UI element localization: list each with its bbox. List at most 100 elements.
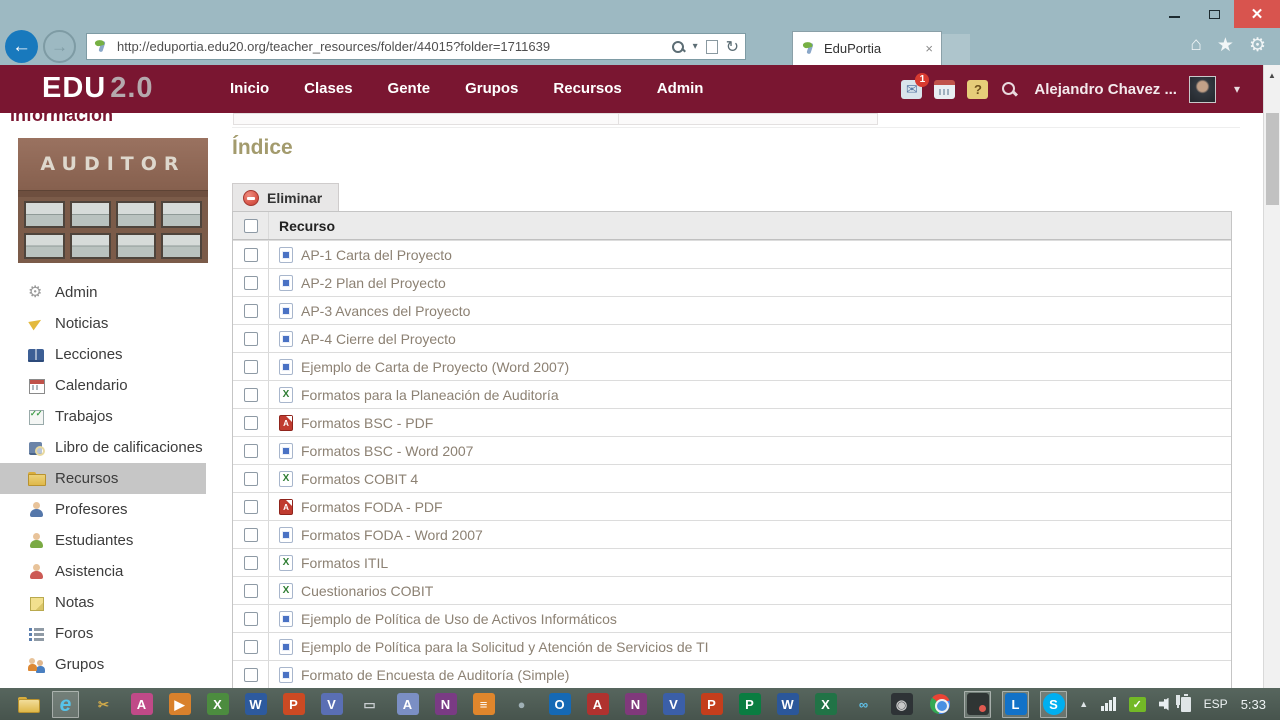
battery-icon[interactable] <box>1176 693 1191 712</box>
browser-scrollbar[interactable]: ▲ <box>1263 65 1280 688</box>
sidebar-item-estudiantes[interactable]: Estudiantes <box>0 525 206 556</box>
sidebar-item-grupos[interactable]: Grupos <box>0 649 206 680</box>
sidebar-item-trabajos[interactable]: Trabajos <box>0 401 206 432</box>
row-checkbox[interactable] <box>243 443 258 458</box>
row-checkbox[interactable] <box>243 667 258 682</box>
refresh-icon[interactable]: ↻ <box>726 37 739 57</box>
nav-link[interactable]: Gente <box>388 80 431 97</box>
sidebar-item-calendario[interactable]: Calendario <box>0 370 206 401</box>
nav-link[interactable]: Clases <box>304 80 352 97</box>
nav-link[interactable]: Admin <box>657 80 704 97</box>
word-2013-icon[interactable]: W <box>774 691 801 718</box>
resource-link[interactable]: Formatos FODA - Word 2007 <box>301 527 483 543</box>
nav-link[interactable]: Inicio <box>230 80 269 97</box>
sidebar-item-admin[interactable]: Admin <box>0 277 206 308</box>
sidebar-item-profesores[interactable]: Profesores <box>0 494 206 525</box>
setup-tool-icon[interactable]: ✂ <box>90 691 117 718</box>
row-checkbox[interactable] <box>243 611 258 626</box>
resource-link[interactable]: Formato de Encuesta de Auditoría (Simple… <box>301 667 569 683</box>
resource-link[interactable]: Ejemplo de Política para la Solicitud y … <box>301 639 709 655</box>
volume-icon[interactable] <box>1158 697 1169 711</box>
nav-item[interactable]: Grupos <box>465 80 518 98</box>
visio-2013-icon[interactable]: V <box>660 691 687 718</box>
nav-item[interactable]: Clases <box>304 80 352 98</box>
forward-button[interactable]: → <box>43 30 76 63</box>
resource-link[interactable]: AP-1 Carta del Proyecto <box>301 247 452 263</box>
clock[interactable]: 5:33 <box>1241 697 1266 712</box>
edu20-logo[interactable]: EDU 2.0 <box>42 72 154 105</box>
outlook-2013-icon[interactable]: O <box>546 691 573 718</box>
url-text[interactable]: http://eduportia.edu20.org/teacher_resou… <box>117 39 671 54</box>
compatibility-view-icon[interactable] <box>705 39 718 54</box>
sidebar-item-noticias[interactable]: Noticias <box>0 308 206 339</box>
row-checkbox[interactable] <box>243 527 258 542</box>
sidebar-item-asistencia[interactable]: Asistencia <box>0 556 206 587</box>
resource-link[interactable]: AP-2 Plan del Proyecto <box>301 275 446 291</box>
device-icon[interactable]: ▭ <box>356 691 383 718</box>
help-icon[interactable]: ? <box>967 79 989 99</box>
row-checkbox[interactable] <box>243 499 258 514</box>
row-checkbox[interactable] <box>243 471 258 486</box>
snipping-icon[interactable] <box>964 690 991 718</box>
row-checkbox[interactable] <box>243 415 258 430</box>
sidebar-item-notas[interactable]: Notas <box>0 587 206 618</box>
onenote-2013-icon[interactable]: N <box>622 691 649 718</box>
excel-2013-icon[interactable]: X <box>812 691 839 718</box>
chrome-icon[interactable] <box>926 691 953 718</box>
back-button[interactable]: ← <box>5 30 38 63</box>
select-all-checkbox[interactable] <box>243 218 258 233</box>
scrollbar-thumb[interactable] <box>1266 113 1279 205</box>
navbar-search-icon[interactable] <box>1000 80 1018 98</box>
row-checkbox[interactable] <box>243 331 258 346</box>
restore-button[interactable] <box>1194 0 1234 28</box>
row-checkbox[interactable] <box>243 583 258 598</box>
address-bar[interactable]: http://eduportia.edu20.org/teacher_resou… <box>86 33 746 60</box>
onenote-2010-icon[interactable]: N <box>432 691 459 718</box>
excel-2010-icon[interactable]: X <box>204 691 231 718</box>
resource-link[interactable]: AP-3 Avances del Proyecto <box>301 303 470 319</box>
network-icon[interactable] <box>1101 697 1116 711</box>
zune-icon[interactable]: ≡ <box>470 691 497 718</box>
skype-icon[interactable]: S <box>1040 690 1067 718</box>
resource-link[interactable]: Cuestionarios COBIT <box>301 583 433 599</box>
minimize-button[interactable] <box>1154 0 1194 28</box>
close-button[interactable]: ✕ <box>1234 0 1280 28</box>
messages-icon[interactable]: 1 <box>901 72 930 99</box>
language-indicator[interactable]: ESP <box>1204 697 1228 711</box>
browser-tab[interactable]: EduPortia × <box>792 31 942 65</box>
row-checkbox[interactable] <box>243 247 258 262</box>
nav-link[interactable]: Recursos <box>553 80 621 97</box>
resource-link[interactable]: Formatos ITIL <box>301 555 388 571</box>
camera-app-icon[interactable]: ◉ <box>888 691 915 718</box>
sidebar-item-recursos[interactable]: Recursos <box>0 463 206 494</box>
nav-item[interactable]: Recursos <box>553 80 621 98</box>
settings-gear-icon[interactable]: ⚙ <box>1249 34 1266 57</box>
row-checkbox[interactable] <box>243 359 258 374</box>
resource-link[interactable]: Formatos COBIT 4 <box>301 471 418 487</box>
row-checkbox[interactable] <box>243 555 258 570</box>
home-icon[interactable]: ⌂ <box>1190 34 1201 57</box>
delete-button[interactable]: Eliminar <box>232 183 340 212</box>
access-2010-icon[interactable]: A <box>128 691 155 718</box>
visual-studio-icon[interactable]: ∞ <box>850 691 877 718</box>
tab-close-icon[interactable]: × <box>925 41 933 56</box>
resource-link[interactable]: Ejemplo de Carta de Proyecto (Word 2007) <box>301 359 569 375</box>
user-menu-caret-icon[interactable]: ▾ <box>1234 82 1240 96</box>
sphere-icon[interactable]: ● <box>508 691 535 718</box>
infopath-icon[interactable]: A <box>394 691 421 718</box>
sidebar-item-foros[interactable]: Foros <box>0 618 206 649</box>
row-checkbox[interactable] <box>243 387 258 402</box>
resource-link[interactable]: Formatos para la Planeación de Auditoría <box>301 387 559 403</box>
word-2010-icon[interactable]: W <box>242 691 269 718</box>
internet-explorer-icon[interactable]: e <box>52 690 79 718</box>
access-2013-icon[interactable]: A <box>584 691 611 718</box>
resource-link[interactable]: Formatos FODA - PDF <box>301 499 443 515</box>
publisher-2013-icon[interactable]: P <box>736 691 763 718</box>
powerpoint-2010-icon[interactable]: P <box>280 691 307 718</box>
resource-link[interactable]: Ejemplo de Política de Uso de Activos In… <box>301 611 617 627</box>
row-checkbox[interactable] <box>243 639 258 654</box>
calendar-icon[interactable] <box>934 79 956 99</box>
visio-2010-icon[interactable]: V <box>318 691 345 718</box>
resource-link[interactable]: Formatos BSC - PDF <box>301 415 433 431</box>
row-checkbox[interactable] <box>243 303 258 318</box>
